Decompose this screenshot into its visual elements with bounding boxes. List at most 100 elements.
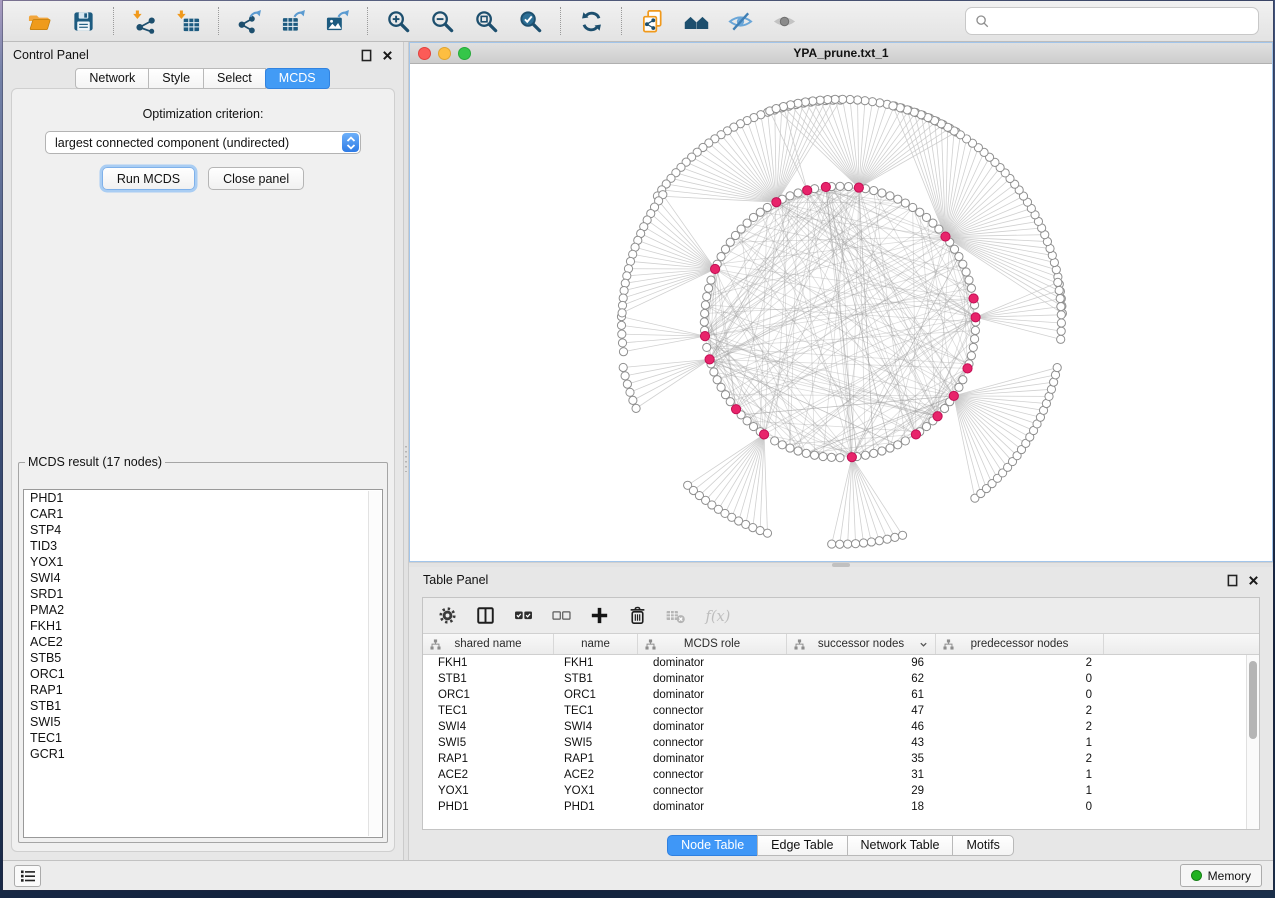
memory-button[interactable]: Memory <box>1180 864 1262 887</box>
close-window-button[interactable] <box>418 47 431 60</box>
tab-mcds[interactable]: MCDS <box>265 68 330 89</box>
control-panel-tabs: NetworkStyleSelectMCDS <box>3 68 403 89</box>
close-panel-button-2[interactable]: Close panel <box>208 167 304 190</box>
tab-network-table[interactable]: Network Table <box>847 835 954 856</box>
export-table-button[interactable] <box>277 5 309 37</box>
mcds-result-item[interactable]: RAP1 <box>24 682 382 698</box>
mcds-result-item[interactable]: SWI4 <box>24 570 382 586</box>
desktop: { "toolbar": { "groups": [ ["open-file",… <box>0 0 1275 898</box>
column-header-successor-nodes[interactable]: successor nodes <box>787 634 936 654</box>
zoom-fit-button[interactable] <box>470 5 502 37</box>
save-session-button[interactable] <box>67 5 99 37</box>
mcds-result-item[interactable]: CAR1 <box>24 506 382 522</box>
mcds-result-item[interactable]: SWI5 <box>24 714 382 730</box>
mcds-result-item[interactable]: TEC1 <box>24 730 382 746</box>
select-all-button[interactable] <box>513 605 534 626</box>
import-table-button[interactable] <box>172 5 204 37</box>
toolbar-group <box>223 5 363 37</box>
mcds-result-item[interactable]: YOX1 <box>24 554 382 570</box>
splitter-grip <box>405 446 407 472</box>
export-network-button[interactable] <box>233 5 265 37</box>
table-tabs: Node TableEdge TableNetwork TableMotifs <box>409 830 1273 860</box>
table-row[interactable]: RAP1RAP1dominator352 <box>423 751 1259 767</box>
open-file-button[interactable] <box>23 5 55 37</box>
deselect-all-button[interactable] <box>551 605 572 626</box>
column-header-mcds-role[interactable]: MCDS role <box>638 634 787 654</box>
vertical-splitter[interactable] <box>403 42 409 860</box>
sort-chevron-icon[interactable] <box>919 640 928 649</box>
show-all-button[interactable] <box>768 5 800 37</box>
add-row-button[interactable] <box>589 605 610 626</box>
mcds-result-list[interactable]: PHD1CAR1STP4TID3YOX1SWI4SRD1PMA2FKH1ACE2… <box>23 489 383 838</box>
zoom-in-button[interactable] <box>382 5 414 37</box>
save-session-icon <box>71 9 96 34</box>
network-canvas[interactable] <box>410 64 1272 561</box>
table-row[interactable]: ACE2ACE2connector311 <box>423 767 1259 783</box>
toolbar-group <box>13 5 109 37</box>
close-table-panel-button[interactable] <box>1248 575 1259 586</box>
copy-network-view-button[interactable] <box>636 5 668 37</box>
column-header-predecessor-nodes[interactable]: predecessor nodes <box>936 634 1104 654</box>
settings-icon <box>437 605 458 626</box>
cell-mcds-role: dominator <box>638 673 787 685</box>
table-scrollbar[interactable] <box>1246 655 1259 829</box>
task-history-button[interactable] <box>14 865 41 887</box>
mcds-result-item[interactable]: STB1 <box>24 698 382 714</box>
table-row[interactable]: STB1STB1dominator620 <box>423 671 1259 687</box>
open-file-icon <box>27 9 52 34</box>
column-header-name[interactable]: name <box>554 634 638 654</box>
table-row[interactable]: YOX1YOX1connector291 <box>423 783 1259 799</box>
run-mcds-button[interactable]: Run MCDS <box>102 167 195 190</box>
export-image-button[interactable] <box>321 5 353 37</box>
cell-successor-nodes: 96 <box>787 657 936 669</box>
import-network-button[interactable] <box>128 5 160 37</box>
refresh-network-button[interactable] <box>575 5 607 37</box>
result-list-scrollbar[interactable] <box>368 491 381 836</box>
tab-style[interactable]: Style <box>148 68 204 89</box>
table-row[interactable]: SWI4SWI4dominator462 <box>423 719 1259 735</box>
column-header-shared-name[interactable]: shared name <box>423 634 554 654</box>
table-row[interactable]: TEC1TEC1connector472 <box>423 703 1259 719</box>
settings-button[interactable] <box>437 605 458 626</box>
minimize-window-button[interactable] <box>438 47 451 60</box>
mcds-result-item[interactable]: FKH1 <box>24 618 382 634</box>
zoom-out-button[interactable] <box>426 5 458 37</box>
mcds-result-item[interactable]: SRD1 <box>24 586 382 602</box>
table-row[interactable]: SWI5SWI5connector431 <box>423 735 1259 751</box>
delete-row-button[interactable] <box>627 605 648 626</box>
tab-motifs[interactable]: Motifs <box>952 835 1013 856</box>
close-panel-button[interactable] <box>382 50 393 61</box>
zoom-out-icon <box>430 9 455 34</box>
first-neighbors-button[interactable] <box>680 5 712 37</box>
hide-selected-button[interactable] <box>724 5 756 37</box>
show-columns-button[interactable] <box>475 605 496 626</box>
table-row[interactable]: PHD1PHD1dominator180 <box>423 799 1259 815</box>
mcds-result-item[interactable]: TID3 <box>24 538 382 554</box>
maximize-window-button[interactable] <box>458 47 471 60</box>
mcds-result-item[interactable]: ORC1 <box>24 666 382 682</box>
horizontal-splitter[interactable] <box>409 562 1273 567</box>
mcds-result-item[interactable]: STB5 <box>24 650 382 666</box>
search-input[interactable] <box>996 14 1249 29</box>
float-panel-button[interactable] <box>361 49 372 62</box>
tab-network[interactable]: Network <box>75 68 149 89</box>
cell-predecessor-nodes: 2 <box>936 753 1104 765</box>
control-panel: Control Panel NetworkStyleSelectMCDS Opt… <box>3 42 403 860</box>
mcds-result-item[interactable]: PMA2 <box>24 602 382 618</box>
tab-node-table[interactable]: Node Table <box>667 835 758 856</box>
mcds-result-item[interactable]: PHD1 <box>24 490 382 506</box>
tab-select[interactable]: Select <box>203 68 266 89</box>
scrollbar-thumb[interactable] <box>1249 661 1257 739</box>
cell-shared-name: STB1 <box>423 673 554 685</box>
float-table-panel-button[interactable] <box>1227 574 1238 587</box>
search-box[interactable] <box>965 7 1259 35</box>
delete-table-button <box>665 605 686 626</box>
mcds-result-item[interactable]: STP4 <box>24 522 382 538</box>
tab-edge-table[interactable]: Edge Table <box>757 835 847 856</box>
mcds-result-item[interactable]: GCR1 <box>24 746 382 762</box>
table-row[interactable]: ORC1ORC1dominator610 <box>423 687 1259 703</box>
optimization-select[interactable]: largest connected component (undirected) <box>45 131 361 154</box>
zoom-selected-button[interactable] <box>514 5 546 37</box>
table-row[interactable]: FKH1FKH1dominator962 <box>423 655 1259 671</box>
mcds-result-item[interactable]: ACE2 <box>24 634 382 650</box>
